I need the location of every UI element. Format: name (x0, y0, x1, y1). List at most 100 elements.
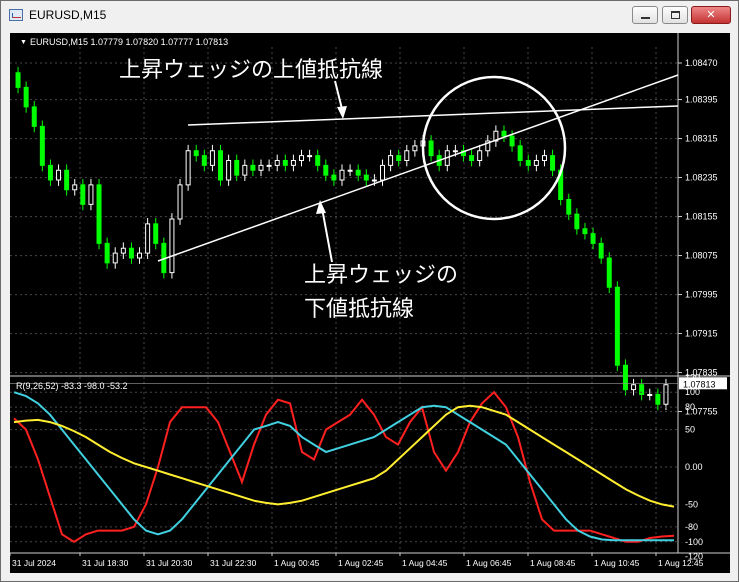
candle-body (347, 169, 353, 172)
candle-body (396, 155, 402, 161)
time-label: 1 Aug 08:45 (530, 558, 576, 568)
candle-body (517, 145, 523, 161)
maximize-icon (671, 11, 680, 19)
candle-body (469, 155, 475, 161)
candle-body (153, 223, 159, 244)
price-label: 1.07915 (685, 329, 718, 339)
candle-body (525, 160, 531, 166)
window-title: EURUSD,M15 (29, 8, 107, 22)
time-label: 1 Aug 04:45 (402, 558, 448, 568)
candle-body (56, 169, 62, 181)
candle-body (47, 164, 53, 181)
candle-body (501, 130, 507, 137)
annotation-lower-line1: 上昇ウェッジの (304, 262, 458, 287)
candle-body (201, 155, 207, 166)
candle-body (15, 72, 21, 88)
indicator-level-label: 50 (685, 425, 695, 435)
price-label: 1.08155 (685, 212, 718, 222)
indicator-line-cyan (13, 391, 674, 542)
candle-body (169, 218, 175, 274)
candle-body (533, 160, 539, 166)
candle-body (355, 169, 361, 176)
candle-body (274, 160, 280, 166)
time-label: 1 Aug 02:45 (338, 558, 384, 568)
candle-body (639, 384, 645, 395)
upper-wedge-line (187, 105, 679, 126)
price-label: 1.07755 (685, 407, 718, 417)
indicator-header: R(9,26,52) -83.3 -98.0 -53.2 (16, 381, 128, 391)
candle-body (388, 155, 394, 166)
candle-body (631, 384, 637, 391)
close-button[interactable]: ✕ (691, 6, 731, 24)
candle-body (88, 184, 94, 205)
candle-body (80, 184, 86, 205)
symbol-dropdown-arrow[interactable]: ▼ (20, 39, 27, 46)
indicator-level-label: -50 (685, 499, 698, 509)
candle-body (120, 247, 126, 254)
candle-body (647, 394, 653, 396)
annotation-upper-resistance: 上昇ウェッジの上値抵抗線 (119, 57, 383, 82)
candle-body (258, 164, 264, 171)
candle-body (96, 184, 102, 244)
indicator-level-label: 0.00 (685, 462, 703, 472)
candle-body (185, 150, 191, 186)
candle-body (614, 286, 620, 366)
candle-body (137, 252, 143, 259)
title-bar[interactable]: EURUSD,M15 ✕ (1, 1, 738, 31)
price-label: 1.08235 (685, 173, 718, 183)
candle-body (582, 228, 588, 235)
time-label: 1 Aug 10:45 (594, 558, 640, 568)
candle-body (128, 247, 134, 259)
candle-body (452, 150, 458, 153)
candle-body (339, 169, 345, 181)
indicator-level-label: -80 (685, 522, 698, 532)
candle-body (412, 145, 418, 152)
minimize-button[interactable] (632, 6, 658, 24)
candle-body (404, 150, 410, 161)
chart-canvas[interactable]: 12010080500.00-50-80-100-120 1.084701.08… (10, 33, 730, 573)
price-label: 1.08075 (685, 251, 718, 261)
chart-area[interactable]: 120 100 80 50 0.00 -50 -80 -100 -120 1.08470 1.08… (10, 33, 730, 573)
candle-body (72, 184, 78, 191)
annotation-lower-line2: 下値抵抗線 (304, 296, 414, 321)
candle-body (363, 174, 369, 181)
candle-body (218, 150, 224, 181)
candle-body (331, 174, 337, 181)
candle-body (290, 160, 296, 166)
candle-body (39, 125, 45, 166)
price-label: 1.07835 (685, 368, 718, 378)
candle-body (104, 242, 110, 264)
indicator-line-yellow (13, 404, 675, 508)
candle-body (23, 86, 29, 108)
indicator-panel: 12010080500.00-50-80-100-120 (10, 372, 703, 562)
candle-body (145, 223, 151, 254)
current-price-label: 1.07813 (683, 379, 716, 389)
price-label: 1.08395 (685, 95, 718, 105)
candle-body (242, 164, 248, 176)
highlight-circle (421, 75, 567, 221)
chart-window: EURUSD,M15 ✕ 120 100 80 50 0.00 -50 -80 -100 -12… (0, 0, 739, 582)
time-label: 31 Jul 22:30 (210, 558, 257, 568)
candle-body (663, 384, 669, 405)
candle-body (606, 257, 612, 288)
candle-body (323, 164, 329, 176)
candle-body (193, 150, 199, 157)
candle-body (566, 199, 572, 215)
close-icon: ✕ (706, 8, 716, 21)
chart-header: EURUSD,M15 1.07779 1.07820 1.07777 1.078… (30, 37, 228, 47)
indicator-level-label: -100 (685, 537, 703, 547)
time-label: 31 Jul 18:30 (82, 558, 129, 568)
upper-arrow-head (337, 106, 347, 119)
candle-body (655, 394, 661, 405)
price-label: 1.08470 (685, 58, 718, 68)
candle-body (477, 150, 483, 161)
candle-body (541, 155, 547, 161)
maximize-button[interactable] (662, 6, 688, 24)
chart-app-icon (9, 9, 23, 21)
candle-body (64, 169, 70, 191)
price-label: 1.07995 (685, 290, 718, 300)
candle-body (598, 242, 604, 259)
candle-body (266, 164, 272, 167)
chart-grid (10, 33, 730, 554)
candle-body (226, 160, 232, 181)
